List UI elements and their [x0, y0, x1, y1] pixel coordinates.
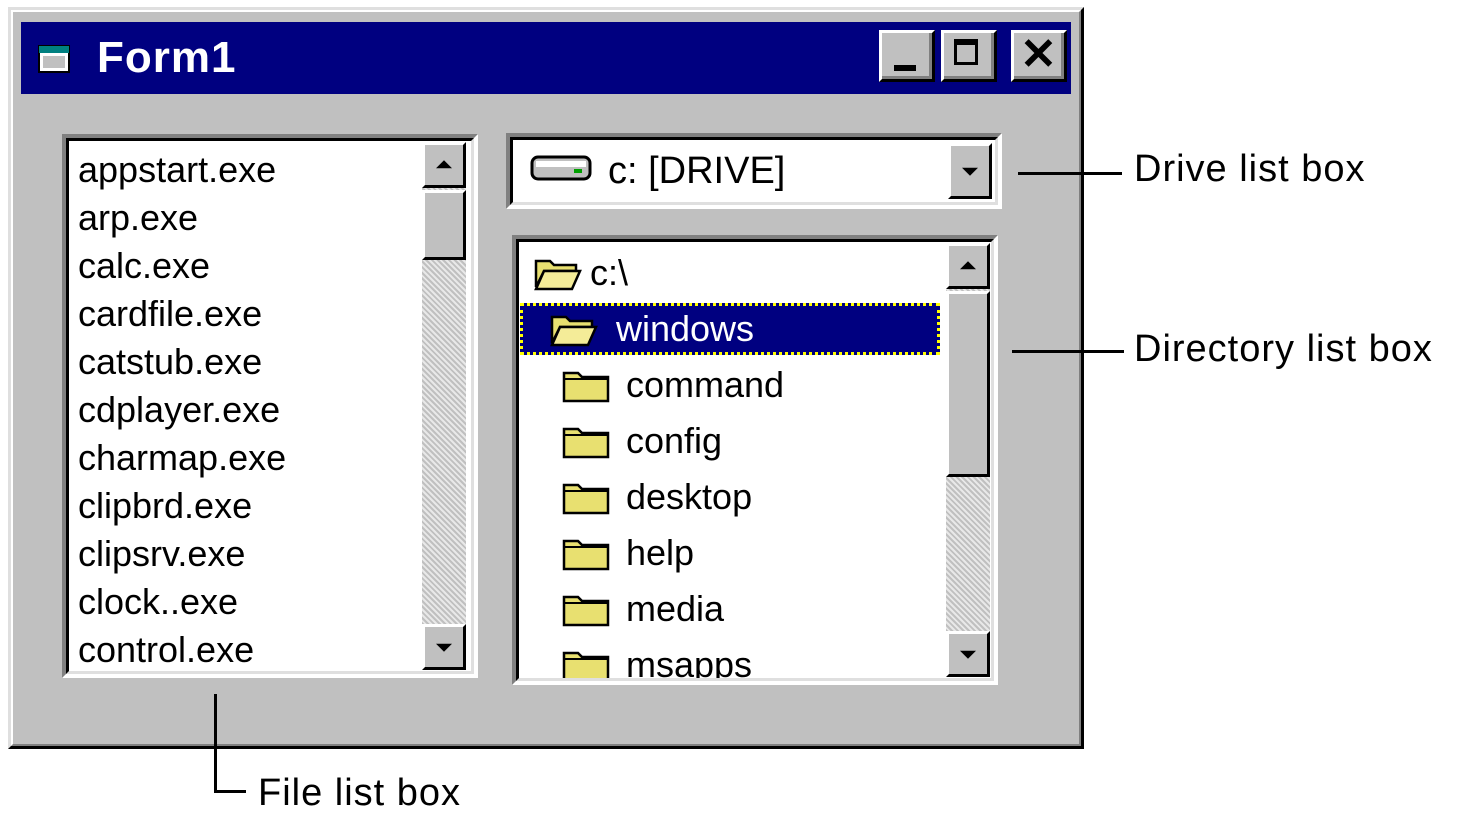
file-scroll-thumb[interactable]: [422, 190, 466, 260]
drive-list-box[interactable]: c: [DRIVE]: [506, 133, 1002, 209]
file-list-item[interactable]: control.exe: [78, 626, 286, 674]
directory-item[interactable]: windows: [520, 303, 940, 355]
folder-icon: [562, 539, 610, 571]
directory-item-label: desktop: [626, 476, 753, 517]
directory-item[interactable]: msapps: [520, 639, 940, 685]
arrow-up-icon: [960, 261, 976, 270]
dir-scroll-down-button[interactable]: [946, 631, 990, 677]
directory-list-box[interactable]: c:\ windows command config desktop help media m…: [512, 235, 998, 685]
dir-scroll-up-button[interactable]: [946, 243, 990, 289]
directory-item-label: command: [626, 364, 785, 405]
drive-callout-line: [1018, 172, 1122, 175]
file-scroll-up-button[interactable]: [422, 142, 466, 188]
folder-icon: [562, 651, 610, 681]
directory-item-label: windows: [616, 308, 755, 349]
drive-dropdown-button[interactable]: [948, 143, 992, 199]
file-list-item[interactable]: clock..exe: [78, 578, 286, 626]
maximize-icon: [954, 39, 978, 65]
directory-item[interactable]: c:\: [520, 247, 940, 299]
close-button[interactable]: ✕: [1011, 30, 1067, 82]
file-list-item[interactable]: catstub.exe: [78, 338, 286, 386]
file-callout-line-vertical: [214, 694, 217, 792]
directory-item[interactable]: config: [520, 415, 940, 467]
directory-list-box-label: Directory list box: [1134, 328, 1433, 370]
file-scroll-down-button[interactable]: [422, 624, 466, 670]
file-list-item[interactable]: cdplayer.exe: [78, 386, 286, 434]
drive-list-box-label: Drive list box: [1134, 148, 1366, 190]
window-title: Form1: [97, 33, 237, 82]
title-bar[interactable]: Form1 ✕: [21, 22, 1071, 94]
file-list-box[interactable]: appstart.exe arp.exe calc.exe cardfile.exe c…: [62, 134, 478, 678]
drive-icon: [530, 155, 592, 181]
minimize-icon: [894, 65, 916, 71]
folder-icon: [562, 371, 610, 403]
file-list-item[interactable]: arp.exe: [78, 194, 286, 242]
arrow-up-icon: [436, 160, 452, 169]
directory-item[interactable]: desktop: [520, 471, 940, 523]
directory-item-label: help: [626, 532, 695, 573]
folder-icon: [562, 595, 610, 627]
file-list-item[interactable]: appstart.exe: [78, 146, 286, 194]
file-list-item[interactable]: calc.exe: [78, 242, 286, 290]
folder-open-icon: [534, 259, 582, 291]
file-list-item[interactable]: charmap.exe: [78, 434, 286, 482]
file-list-items: appstart.exe arp.exe calc.exe cardfile.exe c…: [78, 146, 286, 674]
folder-icon: [562, 427, 610, 459]
file-list-item[interactable]: clipsrv.exe: [78, 530, 286, 578]
file-callout-line-horizontal: [214, 790, 246, 793]
directory-item[interactable]: command: [520, 359, 940, 411]
arrow-down-icon: [436, 643, 452, 652]
folder-open-icon: [550, 315, 598, 347]
file-list-item[interactable]: cardfile.exe: [78, 290, 286, 338]
directory-item[interactable]: help: [520, 527, 940, 579]
arrow-down-icon: [960, 650, 976, 659]
form-icon: [38, 45, 70, 73]
file-list-box-label: File list box: [258, 772, 462, 814]
directory-item[interactable]: media: [520, 583, 940, 635]
directory-item-label: media: [626, 588, 725, 629]
drive-selected-value: c: [DRIVE]: [608, 150, 786, 192]
maximize-button[interactable]: [941, 30, 997, 82]
directory-item-label: c:\: [590, 252, 629, 293]
directory-callout-line: [1012, 350, 1124, 353]
directory-list-scrollbar[interactable]: [946, 243, 990, 677]
folder-icon: [562, 483, 610, 515]
close-icon: ✕: [1020, 30, 1057, 79]
dir-scroll-thumb[interactable]: [946, 291, 990, 477]
file-list-scrollbar[interactable]: [422, 142, 466, 670]
directory-item-label: config: [626, 420, 723, 461]
directory-item-label: msapps: [626, 644, 753, 685]
file-list-item[interactable]: clipbrd.exe: [78, 482, 286, 530]
chevron-down-icon: [962, 167, 978, 176]
minimize-button[interactable]: [879, 30, 935, 82]
